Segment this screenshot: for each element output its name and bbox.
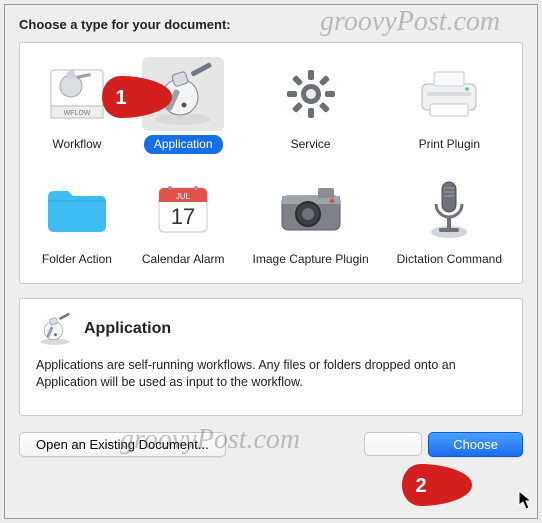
calendar-icon: JUL 17 [154, 180, 212, 238]
cursor-icon [518, 490, 534, 510]
service-icon [281, 64, 341, 124]
type-label: Service [281, 135, 341, 154]
type-dictation-command[interactable]: Dictation Command [387, 172, 512, 269]
workflow-icon: WFLOW [45, 62, 109, 126]
printer-icon [416, 66, 482, 122]
type-print-plugin[interactable]: Print Plugin [387, 57, 512, 154]
microphone-icon [427, 178, 471, 240]
type-label: Print Plugin [409, 135, 490, 154]
svg-text:17: 17 [171, 204, 195, 229]
choose-button[interactable]: Choose [428, 432, 523, 457]
description-title: Application [84, 320, 171, 338]
svg-text:JUL: JUL [176, 192, 191, 201]
type-label: Dictation Command [387, 250, 512, 269]
description-panel: Application Applications are self-runnin… [19, 298, 523, 416]
description-body: Applications are self-running workflows.… [36, 357, 506, 391]
camera-icon [278, 184, 344, 234]
type-grid-panel: WFLOW Workflow [19, 42, 523, 284]
open-existing-button[interactable]: Open an Existing Document... [19, 432, 226, 457]
type-label: Folder Action [32, 250, 122, 269]
type-label: Calendar Alarm [132, 250, 235, 269]
type-calendar-alarm[interactable]: JUL 17 Calendar Alarm [132, 172, 235, 269]
type-application[interactable]: Application [132, 57, 235, 154]
svg-text:WFLOW: WFLOW [63, 110, 90, 117]
type-workflow[interactable]: WFLOW Workflow [30, 57, 124, 154]
type-label: Image Capture Plugin [243, 250, 379, 269]
close-button[interactable] [364, 432, 422, 456]
type-service[interactable]: Service [243, 57, 379, 154]
dialog-heading: Choose a type for your document: [19, 17, 523, 32]
type-folder-action[interactable]: Folder Action [30, 172, 124, 269]
application-icon [36, 311, 74, 347]
type-label: Workflow [42, 135, 111, 154]
application-icon [146, 59, 220, 129]
type-label: Application [144, 135, 223, 154]
folder-icon [44, 183, 110, 235]
type-image-capture-plugin[interactable]: Image Capture Plugin [243, 172, 379, 269]
